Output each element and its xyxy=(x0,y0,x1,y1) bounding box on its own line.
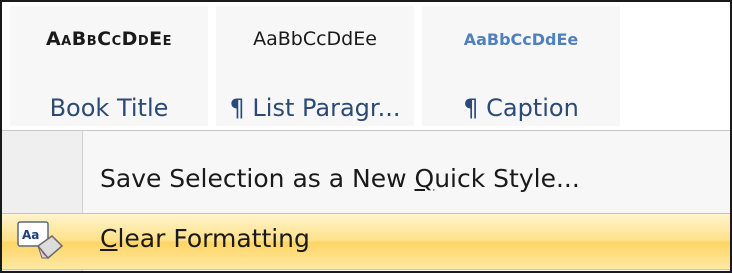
style-preview: AaBbCcDdEe xyxy=(45,28,173,50)
style-gallery: AaBbCcDdEe Book Title AaBbCcDdEe ¶ List … xyxy=(2,2,730,130)
style-tile-book-title[interactable]: AaBbCcDdEe Book Title xyxy=(10,6,208,126)
style-tile-caption[interactable]: AaBbCcDdEe ¶ Caption xyxy=(422,6,620,126)
svg-text:Aa: Aa xyxy=(22,228,39,242)
style-name: ¶ Caption xyxy=(463,94,579,122)
clear-formatting-icon: Aa xyxy=(17,221,64,260)
style-tile-list-paragraph[interactable]: AaBbCcDdEe ¶ List Paragr... xyxy=(216,6,414,126)
style-preview: AaBbCcDdEe xyxy=(463,30,579,49)
menu-item-label: Save Selection as a New Quick Style... xyxy=(100,164,580,193)
style-preview: AaBbCcDdEe xyxy=(253,28,377,50)
clear-formatting-menu-item[interactable]: Aa Clear Formatting xyxy=(2,213,730,270)
quick-styles-dropdown: AaBbCcDdEe Book Title AaBbCcDdEe ¶ List … xyxy=(0,0,732,273)
menu-item-label: Clear Formatting xyxy=(100,224,310,253)
style-name: ¶ List Paragr... xyxy=(229,94,401,122)
save-selection-as-quick-style-menu-item[interactable]: Save Selection as a New Quick Style... xyxy=(2,134,730,214)
style-name: Book Title xyxy=(49,94,169,122)
